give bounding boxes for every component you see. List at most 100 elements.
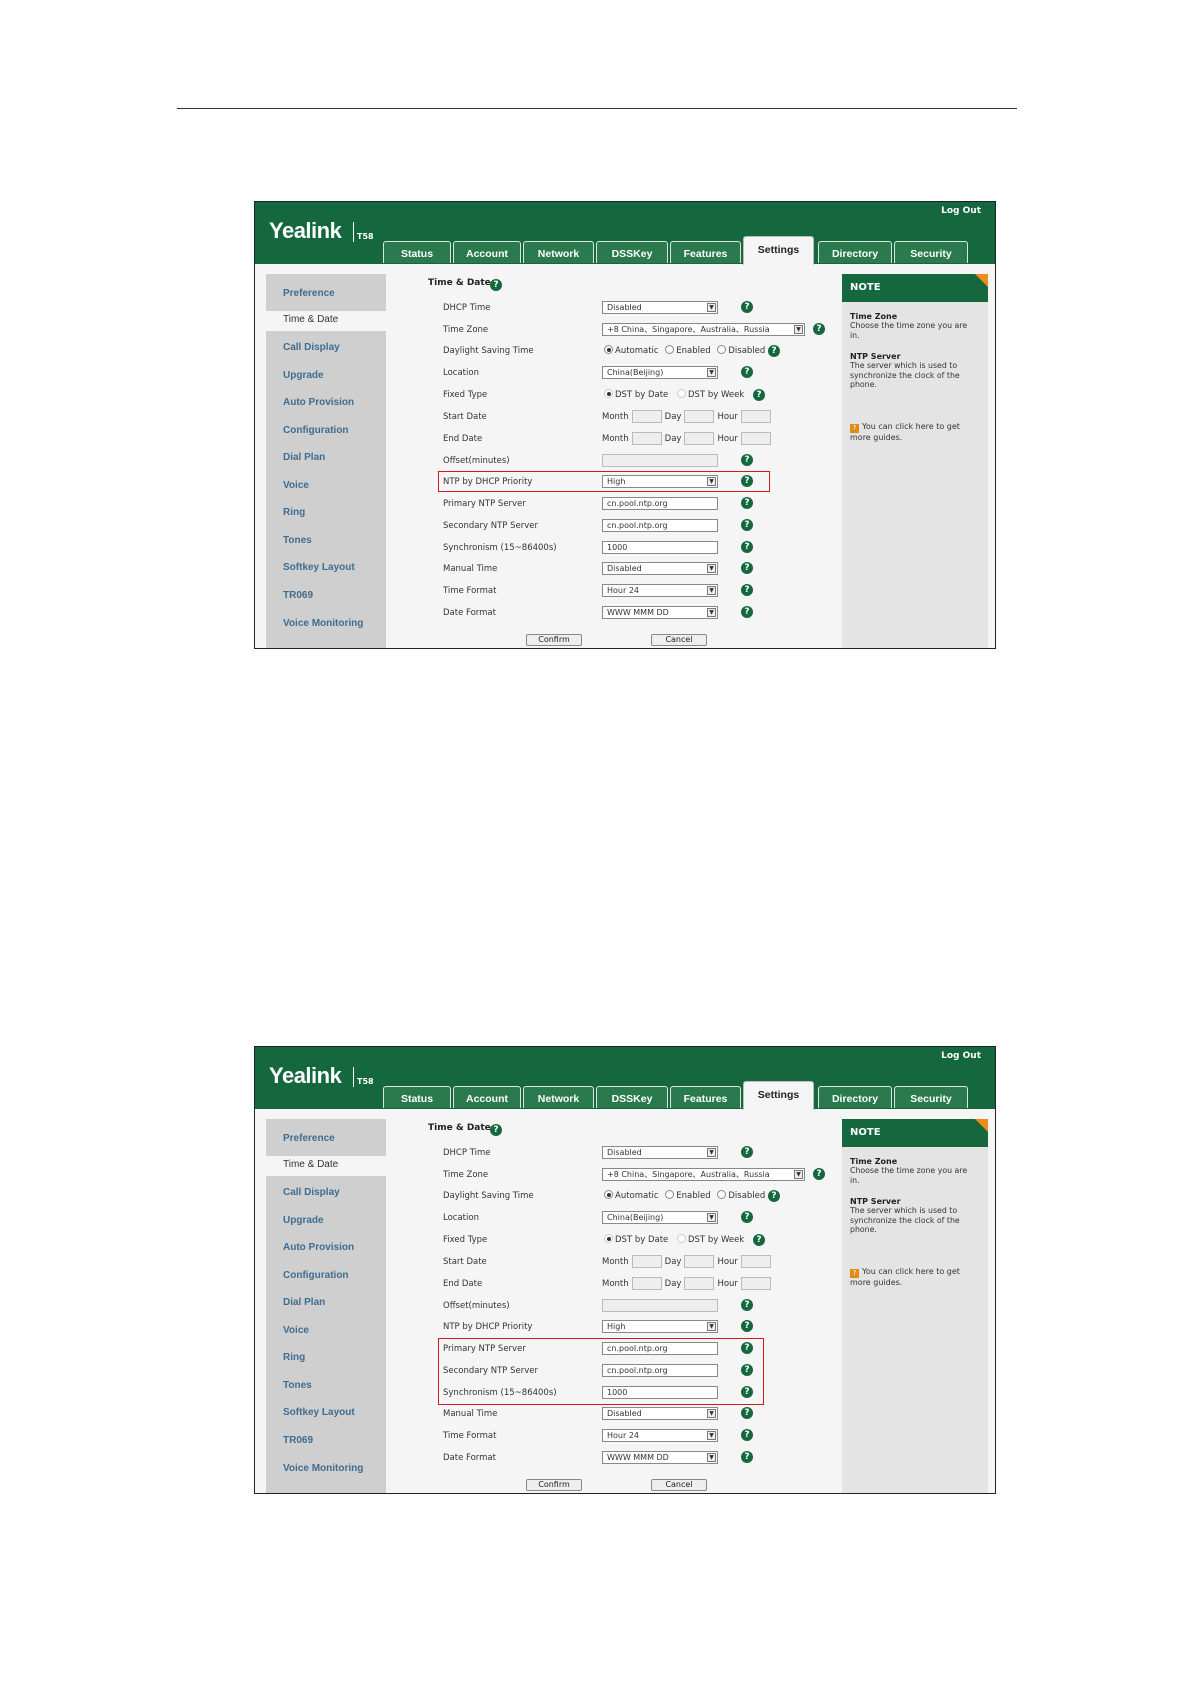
logout-link[interactable]: Log Out bbox=[941, 206, 981, 216]
help-icon[interactable]: ? bbox=[741, 562, 753, 574]
sidebar-item-auto-provision[interactable]: Auto Provision bbox=[283, 397, 354, 408]
start-hour-input[interactable] bbox=[740, 410, 771, 423]
secondary-ntp-input[interactable]: cn.pool.ntp.org bbox=[602, 519, 718, 532]
date-format-select[interactable]: WWW MMM DD ▼ bbox=[602, 1451, 718, 1464]
sidebar-item-voice-monitoring[interactable]: Voice Monitoring bbox=[283, 1463, 363, 1474]
sidebar-item-preference[interactable]: Preference bbox=[283, 1133, 335, 1144]
time-zone-select[interactable]: +8 China、Singapore、Australia、Russia ▼ bbox=[602, 323, 805, 336]
help-icon[interactable]: ? bbox=[741, 1407, 753, 1419]
confirm-button[interactable]: Confirm bbox=[526, 634, 582, 646]
tab-features[interactable]: Features bbox=[670, 241, 741, 263]
help-icon[interactable]: ? bbox=[741, 1299, 753, 1311]
tab-settings[interactable]: Settings bbox=[743, 1081, 814, 1110]
manual-time-select[interactable]: Disabled ▼ bbox=[602, 1407, 718, 1420]
end-month-input[interactable] bbox=[631, 1277, 662, 1290]
help-icon[interactable]: ? bbox=[753, 1234, 765, 1246]
sidebar-item-voice[interactable]: Voice bbox=[283, 1325, 309, 1336]
sidebar-item-time-date[interactable]: Time & Date bbox=[266, 1156, 391, 1176]
tab-directory[interactable]: Directory bbox=[818, 1086, 892, 1108]
location-select[interactable]: China(Beijing) ▼ bbox=[602, 366, 718, 379]
sidebar-item-tr069[interactable]: TR069 bbox=[283, 1435, 313, 1446]
dst-automatic-radio[interactable] bbox=[604, 1190, 613, 1199]
end-day-input[interactable] bbox=[684, 1277, 715, 1290]
sidebar-item-ring[interactable]: Ring bbox=[283, 1352, 305, 1363]
help-icon[interactable]: ? bbox=[741, 606, 753, 618]
end-hour-input[interactable] bbox=[740, 432, 771, 445]
offset-input[interactable] bbox=[602, 454, 718, 467]
help-icon[interactable]: ? bbox=[490, 1124, 502, 1136]
sidebar-item-tr069[interactable]: TR069 bbox=[283, 590, 313, 601]
sidebar-item-voice[interactable]: Voice bbox=[283, 480, 309, 491]
cancel-button[interactable]: Cancel bbox=[651, 634, 707, 646]
help-icon[interactable]: ? bbox=[741, 301, 753, 313]
help-icon[interactable]: ? bbox=[768, 1190, 780, 1202]
sidebar-item-tones[interactable]: Tones bbox=[283, 1380, 312, 1391]
help-icon[interactable]: ? bbox=[741, 1146, 753, 1158]
tab-account[interactable]: Account bbox=[453, 1086, 521, 1108]
help-icon[interactable]: ? bbox=[741, 454, 753, 466]
sidebar-item-softkey-layout[interactable]: Softkey Layout bbox=[283, 562, 355, 573]
dst-by-date-radio[interactable] bbox=[604, 389, 613, 398]
end-day-input[interactable] bbox=[684, 432, 715, 445]
help-icon[interactable]: ? bbox=[813, 323, 825, 335]
sidebar-item-configuration[interactable]: Configuration bbox=[283, 1270, 349, 1281]
sidebar-item-call-display[interactable]: Call Display bbox=[283, 342, 340, 353]
dst-by-week-radio[interactable] bbox=[676, 389, 686, 398]
help-icon[interactable]: ? bbox=[741, 366, 753, 378]
sidebar-item-configuration[interactable]: Configuration bbox=[283, 425, 349, 436]
dst-disabled-radio[interactable] bbox=[717, 345, 727, 354]
start-day-input[interactable] bbox=[684, 410, 715, 423]
time-zone-select[interactable]: +8 China、Singapore、Australia、Russia ▼ bbox=[602, 1168, 805, 1181]
tab-directory[interactable]: Directory bbox=[818, 241, 892, 263]
help-icon[interactable]: ? bbox=[490, 279, 502, 291]
help-icon[interactable]: ? bbox=[741, 541, 753, 553]
help-icon[interactable]: ? bbox=[741, 584, 753, 596]
sidebar-item-ring[interactable]: Ring bbox=[283, 507, 305, 518]
help-icon[interactable]: ? bbox=[753, 389, 765, 401]
sidebar-item-dial-plan[interactable]: Dial Plan bbox=[283, 1297, 325, 1308]
tab-settings[interactable]: Settings bbox=[743, 236, 814, 265]
tab-features[interactable]: Features bbox=[670, 1086, 741, 1108]
sidebar-item-tones[interactable]: Tones bbox=[283, 535, 312, 546]
offset-input[interactable] bbox=[602, 1299, 718, 1312]
tab-dsskey[interactable]: DSSKey bbox=[596, 241, 668, 263]
help-icon[interactable]: ? bbox=[768, 345, 780, 357]
note-guide-link[interactable]: ? You can click here to get more guides. bbox=[850, 422, 980, 443]
end-hour-input[interactable] bbox=[740, 1277, 771, 1290]
date-format-select[interactable]: WWW MMM DD ▼ bbox=[602, 606, 718, 619]
help-icon[interactable]: ? bbox=[741, 1451, 753, 1463]
sidebar-item-auto-provision[interactable]: Auto Provision bbox=[283, 1242, 354, 1253]
ntp-dhcp-priority-select[interactable]: High ▼ bbox=[602, 1320, 718, 1333]
tab-status[interactable]: Status bbox=[383, 1086, 451, 1108]
tab-account[interactable]: Account bbox=[453, 241, 521, 263]
help-icon[interactable]: ? bbox=[813, 1168, 825, 1180]
tab-network[interactable]: Network bbox=[523, 1086, 594, 1108]
sidebar-item-voice-monitoring[interactable]: Voice Monitoring bbox=[283, 618, 363, 629]
sidebar-item-call-display[interactable]: Call Display bbox=[283, 1187, 340, 1198]
dst-automatic-radio[interactable] bbox=[604, 345, 613, 354]
dst-by-date-radio[interactable] bbox=[604, 1234, 613, 1243]
dhcp-time-select[interactable]: Disabled ▼ bbox=[602, 1146, 718, 1159]
tab-security[interactable]: Security bbox=[894, 1086, 968, 1108]
dhcp-time-select[interactable]: Disabled ▼ bbox=[602, 301, 718, 314]
dst-enabled-radio[interactable] bbox=[665, 345, 675, 354]
confirm-button[interactable]: Confirm bbox=[526, 1479, 582, 1491]
tab-dsskey[interactable]: DSSKey bbox=[596, 1086, 668, 1108]
primary-ntp-input[interactable]: cn.pool.ntp.org bbox=[602, 497, 718, 510]
sidebar-item-softkey-layout[interactable]: Softkey Layout bbox=[283, 1407, 355, 1418]
synchronism-input[interactable]: 1000 bbox=[602, 541, 718, 554]
help-icon[interactable]: ? bbox=[741, 497, 753, 509]
start-month-input[interactable] bbox=[631, 1255, 662, 1268]
start-day-input[interactable] bbox=[684, 1255, 715, 1268]
dst-disabled-radio[interactable] bbox=[717, 1190, 727, 1199]
sidebar-item-dial-plan[interactable]: Dial Plan bbox=[283, 452, 325, 463]
sidebar-item-upgrade[interactable]: Upgrade bbox=[283, 370, 324, 381]
tab-network[interactable]: Network bbox=[523, 241, 594, 263]
sidebar-item-upgrade[interactable]: Upgrade bbox=[283, 1215, 324, 1226]
time-format-select[interactable]: Hour 24 ▼ bbox=[602, 584, 718, 597]
help-icon[interactable]: ? bbox=[741, 1320, 753, 1332]
tab-security[interactable]: Security bbox=[894, 241, 968, 263]
help-icon[interactable]: ? bbox=[741, 1211, 753, 1223]
note-guide-link[interactable]: ? You can click here to get more guides. bbox=[850, 1267, 980, 1288]
time-format-select[interactable]: Hour 24 ▼ bbox=[602, 1429, 718, 1442]
